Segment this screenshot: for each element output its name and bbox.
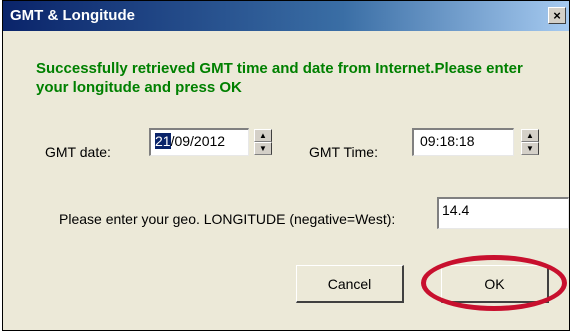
longitude-input[interactable]: 14.4 [437,197,569,229]
gmt-time-spinner[interactable]: ▲ ▼ [521,129,539,155]
spin-down-icon[interactable]: ▼ [521,142,539,155]
gmt-time-value: 09:18:18 [420,133,475,149]
gmt-longitude-dialog: GMT & Longitude × Successfully retrieved… [2,0,570,331]
gmt-date-label: GMT date: [45,144,111,160]
spin-down-icon[interactable]: ▼ [254,142,272,155]
close-icon: × [553,8,561,23]
spin-up-icon[interactable]: ▲ [521,129,539,142]
cancel-button[interactable]: Cancel [296,265,404,303]
spin-up-icon[interactable]: ▲ [254,129,272,142]
gmt-date-spinner[interactable]: ▲ ▼ [254,129,272,155]
close-button[interactable]: × [548,7,566,24]
title-bar[interactable]: GMT & Longitude × [3,1,569,31]
gmt-time-label: GMT Time: [309,144,378,160]
gmt-time-field[interactable]: 09:18:18 [412,128,514,156]
longitude-label: Please enter your geo. LONGITUDE (negati… [59,211,396,227]
gmt-date-rest: /09/2012 [170,133,226,149]
window-title: GMT & Longitude [10,7,135,24]
status-message: Successfully retrieved GMT time and date… [36,60,523,96]
gmt-date-day-selected: 21 [155,133,171,149]
gmt-date-field[interactable]: 21/09/2012 [149,128,249,156]
ok-highlight-ring [421,255,567,311]
longitude-value: 14.4 [442,202,470,218]
